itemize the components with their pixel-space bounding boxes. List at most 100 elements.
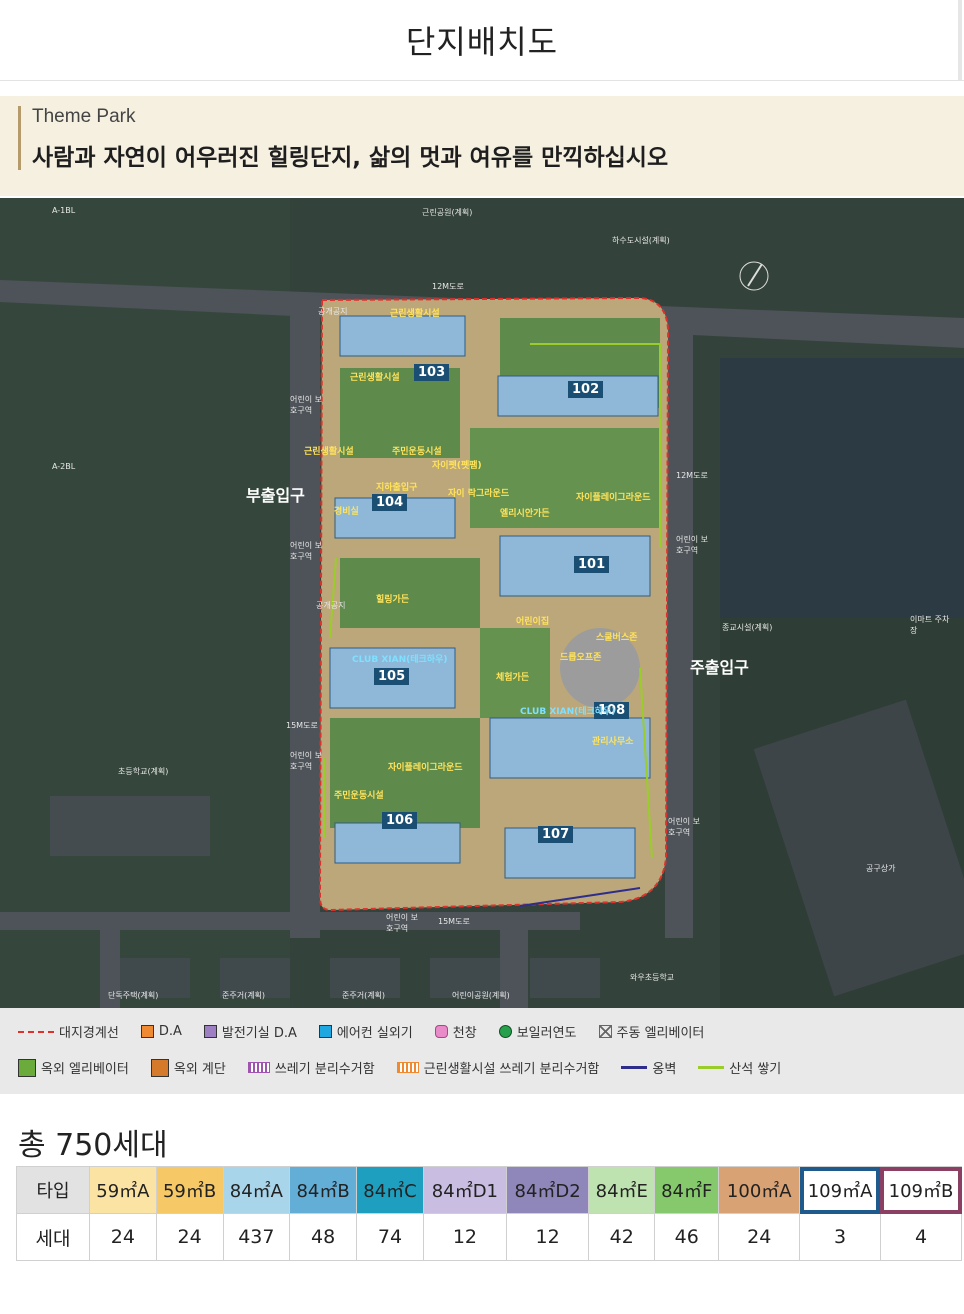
legend-item: 옥외 계단 (150, 1058, 226, 1077)
legend-item-label: 천창 (452, 1026, 477, 1041)
unit-count-cell: 42 (588, 1213, 656, 1261)
legend-item-label: D.A (158, 1024, 182, 1039)
map-label-road15-left: 15M도로 (286, 721, 318, 730)
map-legend: 대지경계선 D.A 발전기실 D.A 에어컨 실외기 천창 보일러연도 주동 엘리베이터 옥… (0, 1008, 964, 1094)
unit-type-cell: 84㎡D2 (505, 1166, 590, 1214)
building-107: 107 (538, 826, 574, 843)
legend-item: 대지경계선 (18, 1022, 119, 1041)
unit-summary: 총 750세대 타입 59㎡A 59㎡B 84㎡A 84㎡B 84㎡C 84㎡D1 84㎡D… (0, 1094, 964, 1314)
map-label-emart: 이마트 주차장 (910, 615, 950, 635)
facility-label-8: 자이 락그라운드 (448, 489, 510, 499)
legend-item: 보일러연도 (498, 1022, 577, 1041)
scrollbar[interactable] (958, 0, 962, 80)
legend-item-label: 근린생활시설 쓰레기 분리수거함 (423, 1062, 600, 1077)
unit-type-cell: 84㎡B (289, 1166, 357, 1214)
unit-count-cell: 46 (654, 1213, 720, 1261)
map-label-kids-park: 어린이공원(계획) (452, 991, 510, 1000)
legend-item-label: 옹벽 (652, 1062, 677, 1077)
facility-label-5: 자이펫(펫팸) (432, 461, 482, 471)
map-label-kids-zone-3: 어린이 보호구역 (290, 751, 322, 771)
boundary-line-icon (18, 1030, 54, 1033)
map-label-kids-zone-2: 어린이 보호구역 (290, 541, 322, 561)
map-label-kids-zone-6: 어린이 보호구역 (386, 913, 418, 933)
map-label-road12-right: 12M도로 (676, 471, 708, 480)
wall-line-icon (698, 1066, 725, 1069)
banner-tagline: 사람과 자연이 어우러진 힐링단지, 삶의 멋과 여유를 만끽하십시오 (32, 145, 669, 171)
legend-item: 주동 엘리베이터 (598, 1022, 705, 1041)
map-label-religion: 종교시설(계획) (722, 623, 773, 632)
facility-label-16: 자이플레이그라운드 (388, 763, 463, 773)
unit-count-cell: 4 (879, 1213, 963, 1261)
page-header: 단지배치도 (0, 0, 964, 81)
map-label-a1: A-1BL (52, 206, 76, 215)
legend-item-label: 에어컨 실외기 (336, 1026, 413, 1041)
facility-label-2: 근린생활시설 (350, 373, 400, 383)
legend-item-label: 보일러연도 (516, 1026, 577, 1041)
unit-type-cell: 84㎡E (588, 1166, 656, 1214)
box-icon (140, 1025, 154, 1038)
map-label-house: 단독주택(계획) (108, 991, 159, 1000)
map-label-kids-zone-4: 어린이 보호구역 (676, 535, 708, 555)
map-label-public-space-1: 공개공지 (318, 307, 348, 316)
unit-type-cell: 59㎡B (155, 1166, 224, 1214)
wall-line-icon (621, 1066, 648, 1069)
main-entrance-label: 주출입구 (690, 658, 749, 677)
legend-item-label: 쓰레기 분리수거함 (274, 1062, 375, 1077)
legend-item: 발전기실 D.A (203, 1022, 297, 1041)
legend-item-label: 주동 엘리베이터 (616, 1026, 705, 1041)
unit-count-cell: 24 (718, 1213, 801, 1261)
flue-icon (498, 1025, 512, 1038)
legend-item: 산석 쌓기 (698, 1058, 781, 1077)
facility-label-1: 근린생활시설 (390, 309, 440, 319)
unit-count-row: 세대 24 24 437 48 74 12 12 42 46 24 3 4 (16, 1213, 963, 1261)
total-units: 총 750세대 (18, 1128, 168, 1163)
theme-banner: Theme Park 사람과 자연이 어우러진 힐링단지, 삶의 멋과 여유를 … (0, 96, 964, 196)
count-row-header: 세대 (16, 1213, 90, 1261)
legend-item-label: 옥외 계단 (173, 1062, 226, 1077)
elevator-icon (598, 1025, 612, 1038)
unit-count-cell: 24 (89, 1213, 157, 1261)
unit-type-cell: 59㎡A (89, 1166, 157, 1214)
facility-label-clubxian-1: CLUB XIAN(테크하우) (352, 655, 448, 665)
recycling-icon (247, 1062, 270, 1073)
site-plan-drawing (0, 198, 964, 1008)
unit-type-cell: 84㎡C (355, 1166, 425, 1214)
legend-item-label: 발전기실 D.A (221, 1026, 297, 1041)
box-icon (203, 1025, 217, 1038)
building-106: 106 (382, 812, 418, 829)
unit-type-row: 타입 59㎡A 59㎡B 84㎡A 84㎡B 84㎡C 84㎡D1 84㎡D2 84㎡E 84㎡… (16, 1166, 963, 1214)
unit-type-cell: 109㎡B (879, 1166, 963, 1214)
map-label-a2: A-2BL (52, 462, 76, 471)
map-label-public-space-2: 공개공지 (316, 601, 346, 610)
skylight-icon (434, 1025, 448, 1038)
legend-item-label: 옥외 엘리베이터 (41, 1062, 129, 1077)
unit-type-table: 타입 59㎡A 59㎡B 84㎡A 84㎡B 84㎡C 84㎡D1 84㎡D2 84㎡E 84㎡… (16, 1166, 963, 1261)
unit-type-cell: 84㎡A (222, 1166, 291, 1214)
facility-label-7: 지하출입구 (376, 483, 418, 493)
facility-label-13: 스쿨버스존 (596, 633, 638, 643)
legend-item: 에어컨 실외기 (318, 1022, 413, 1041)
legend-item: 옹벽 (621, 1058, 676, 1077)
unit-count-cell: 24 (155, 1213, 224, 1261)
facility-label-11: 힐링가든 (376, 595, 410, 605)
outdoor-elevator-icon (18, 1058, 36, 1077)
building-101: 101 (574, 556, 610, 573)
map-label-semi-residential-2: 준주거(계획) (342, 991, 386, 1000)
map-label-elementary-school: 초등학교(계획) (118, 767, 169, 776)
facility-label-14: 드롭오프존 (560, 653, 602, 663)
building-103: 103 (414, 364, 450, 381)
legend-row-2: 옥외 엘리베이터 옥외 계단 쓰레기 분리수거함 근린생활시설 쓰레기 분리수거함 옹벽… (18, 1058, 803, 1077)
side-entrance-label: 부출입구 (246, 486, 305, 505)
recycling-icon (396, 1062, 419, 1073)
facility-label-3: 근린생활시설 (304, 447, 354, 457)
facility-label-6: 경비실 (334, 507, 359, 517)
unit-count-cell: 12 (423, 1213, 507, 1261)
banner-subtitle: Theme Park (32, 106, 136, 127)
unit-count-cell: 74 (355, 1213, 425, 1261)
site-plan-map: A-1BL A-2BL 근린공원(계획) 하수도시설(계획) 12M도로 12M… (0, 198, 964, 1008)
facility-label-10: 자이플레이그라운드 (576, 493, 651, 503)
unit-count-cell: 48 (289, 1213, 357, 1261)
facility-label-18: 관리사무소 (592, 737, 634, 747)
facility-label-17: 주민운동시설 (334, 791, 384, 801)
map-label-road12-top: 12M도로 (432, 282, 464, 291)
